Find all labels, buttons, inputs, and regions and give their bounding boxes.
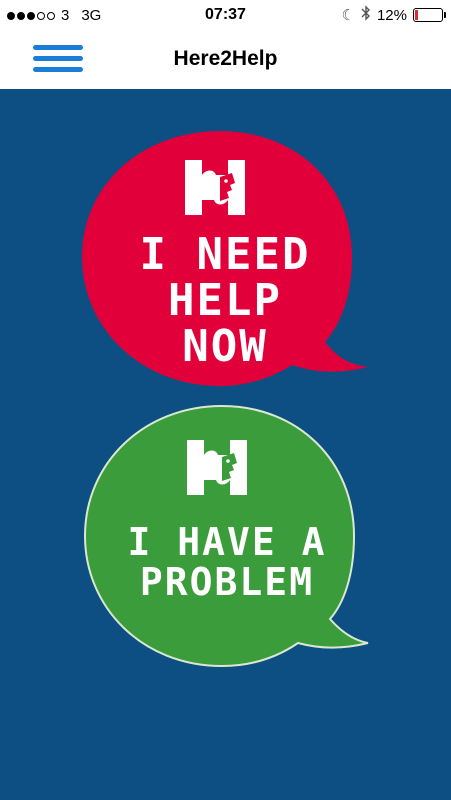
need-help-line-2: HELP bbox=[168, 275, 282, 327]
battery-percent: 12% bbox=[376, 6, 407, 24]
navigation-bar: Here2Help bbox=[0, 32, 451, 89]
page-title: Here2Help bbox=[173, 47, 278, 70]
here2help-puzzle-logo-2 bbox=[182, 435, 252, 500]
status-right: ☾ 12% bbox=[341, 5, 446, 25]
need-help-line-3: NOW bbox=[182, 321, 268, 373]
need-help-now-button[interactable]: I NEED HELP NOW bbox=[80, 127, 370, 392]
have-problem-line-2: PROBLEM bbox=[139, 559, 315, 604]
have-problem-text: I HAVE A PROBLEM bbox=[82, 520, 372, 604]
here2help-puzzle-logo bbox=[180, 155, 250, 220]
have-problem-line-1: I HAVE A bbox=[127, 520, 327, 564]
moon-icon: ☾ bbox=[341, 7, 355, 24]
need-help-line-1: I NEED bbox=[139, 229, 311, 280]
need-help-text: I NEED HELP NOW bbox=[80, 229, 370, 373]
bluetooth-icon bbox=[361, 5, 371, 25]
have-a-problem-button[interactable]: I HAVE A PROBLEM bbox=[82, 403, 372, 673]
status-bar: 3 3G 07:37 ☾ 12% bbox=[0, 0, 451, 32]
main-content: I NEED HELP NOW I HAVE A PROBLEM bbox=[0, 89, 451, 800]
battery-icon bbox=[413, 8, 446, 22]
